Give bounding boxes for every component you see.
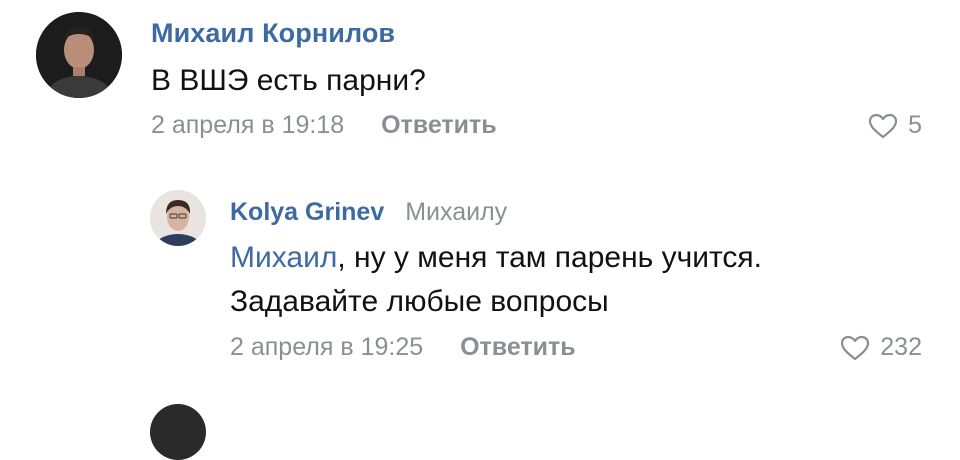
like-button[interactable]: 232 [840, 333, 922, 362]
comment: Михаил Корнилов В ВШЭ есть парни? 2 апре… [0, 0, 960, 165]
comment-meta: 2 апреля в 19:18 Ответить [151, 111, 497, 140]
like-count: 232 [880, 333, 922, 361]
comment-text: В ВШЭ есть парни? [151, 64, 426, 97]
author-name[interactable]: Михаил Корнилов [151, 18, 395, 49]
comment-text-part: , ну у меня там парень учится. [337, 241, 762, 274]
reply-button[interactable]: Ответить [381, 111, 497, 139]
reply-button[interactable]: Ответить [460, 333, 576, 361]
user-avatar-icon [150, 190, 206, 246]
author-avatar[interactable] [150, 190, 206, 246]
heart-outline-icon [868, 113, 898, 138]
reply-header: Kolya Grinev Михаилу [230, 198, 507, 227]
author-avatar[interactable] [36, 12, 122, 98]
like-count: 5 [908, 111, 922, 139]
user-avatar-icon [36, 12, 122, 98]
like-button[interactable]: 5 [868, 111, 922, 140]
mention-link[interactable]: Михаил [230, 241, 337, 274]
comment-text: Михаил, ну у меня там парень учится. Зад… [230, 236, 930, 324]
comment-meta: 2 апреля в 19:25 Ответить [230, 333, 576, 362]
reply-comment: Kolya Grinev Михаилу Михаил, ну у меня т… [0, 180, 960, 380]
reply-to-label[interactable]: Михаилу [405, 198, 507, 226]
comment-date[interactable]: 2 апреля в 19:18 [151, 111, 344, 139]
heart-outline-icon [841, 335, 870, 360]
author-name[interactable]: Kolya Grinev [230, 198, 384, 226]
next-comment-avatar[interactable] [150, 404, 206, 460]
comment-date[interactable]: 2 апреля в 19:25 [230, 333, 423, 361]
comment-text-line: Задавайте любые вопросы [230, 285, 609, 318]
